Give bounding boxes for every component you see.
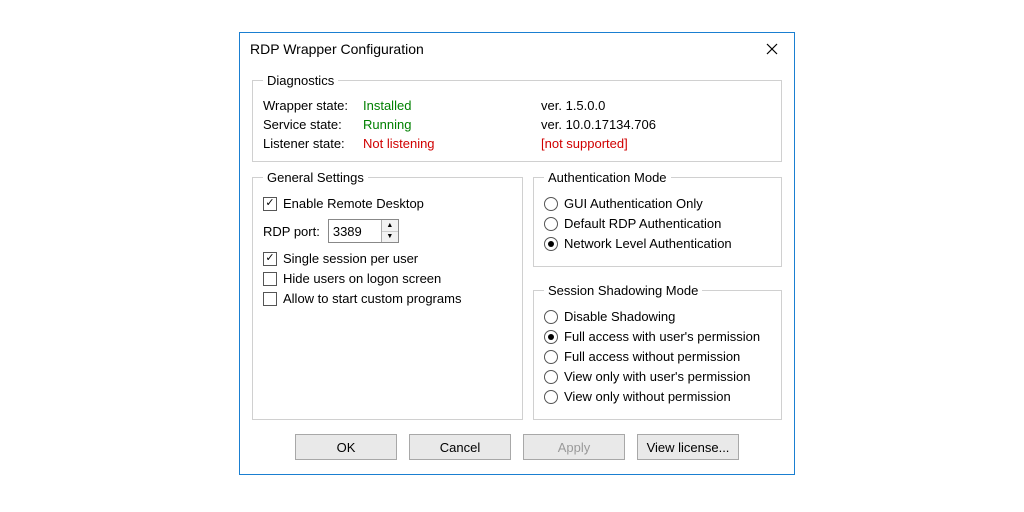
auth-nla-label: Network Level Authentication xyxy=(564,236,732,251)
shadow-full-perm-radio[interactable] xyxy=(544,330,558,344)
close-button[interactable] xyxy=(749,33,794,65)
service-state-label: Service state: xyxy=(263,117,363,132)
shadow-view-noperm-label: View only without permission xyxy=(564,389,731,404)
close-icon xyxy=(766,43,778,55)
shadow-view-noperm-row: View only without permission xyxy=(544,389,771,404)
general-legend: General Settings xyxy=(263,170,368,185)
wrapper-version: ver. 1.5.0.0 xyxy=(541,98,771,113)
titlebar: RDP Wrapper Configuration xyxy=(240,33,794,65)
shadow-full-perm-label: Full access with user's permission xyxy=(564,329,760,344)
rdp-port-value: 3389 xyxy=(329,220,382,242)
button-bar: OK Cancel Apply View license... xyxy=(252,428,782,462)
shadow-view-noperm-radio[interactable] xyxy=(544,390,558,404)
shadow-disable-row: Disable Shadowing xyxy=(544,309,771,324)
listener-state-row: Listener state: Not listening [not suppo… xyxy=(263,136,771,151)
cancel-button[interactable]: Cancel xyxy=(409,434,511,460)
rdp-port-input[interactable]: 3389 ▲ ▼ xyxy=(328,219,399,243)
auth-gui-radio[interactable] xyxy=(544,197,558,211)
listener-supported: [not supported] xyxy=(541,136,771,151)
wrapper-state-value: Installed xyxy=(363,98,541,113)
diagnostics-legend: Diagnostics xyxy=(263,73,338,88)
shadow-view-perm-label: View only with user's permission xyxy=(564,369,750,384)
wrapper-state-label: Wrapper state: xyxy=(263,98,363,113)
auth-default-row: Default RDP Authentication xyxy=(544,216,771,231)
diagnostics-group: Diagnostics Wrapper state: Installed ver… xyxy=(252,73,782,162)
window-body: Diagnostics Wrapper state: Installed ver… xyxy=(240,65,794,474)
service-state-row: Service state: Running ver. 10.0.17134.7… xyxy=(263,117,771,132)
wrapper-state-row: Wrapper state: Installed ver. 1.5.0.0 xyxy=(263,98,771,113)
allow-custom-checkbox[interactable] xyxy=(263,292,277,306)
ok-button[interactable]: OK xyxy=(295,434,397,460)
config-window: RDP Wrapper Configuration Diagnostics Wr… xyxy=(239,32,795,475)
shadow-view-perm-radio[interactable] xyxy=(544,370,558,384)
port-down-button[interactable]: ▼ xyxy=(382,232,398,243)
shadow-full-noperm-row: Full access without permission xyxy=(544,349,771,364)
shadow-full-perm-row: Full access with user's permission xyxy=(544,329,771,344)
enable-rdp-label: Enable Remote Desktop xyxy=(283,196,424,211)
auth-gui-row: GUI Authentication Only xyxy=(544,196,771,211)
shadow-legend: Session Shadowing Mode xyxy=(544,283,702,298)
service-state-value: Running xyxy=(363,117,541,132)
enable-rdp-row: Enable Remote Desktop xyxy=(263,196,512,211)
auth-gui-label: GUI Authentication Only xyxy=(564,196,703,211)
auth-default-label: Default RDP Authentication xyxy=(564,216,721,231)
hide-users-label: Hide users on logon screen xyxy=(283,271,441,286)
allow-custom-label: Allow to start custom programs xyxy=(283,291,461,306)
single-session-checkbox[interactable] xyxy=(263,252,277,266)
rdp-port-row: RDP port: 3389 ▲ ▼ xyxy=(263,219,512,243)
auth-mode-group: Authentication Mode GUI Authentication O… xyxy=(533,170,782,267)
shadow-disable-label: Disable Shadowing xyxy=(564,309,675,324)
shadow-full-noperm-label: Full access without permission xyxy=(564,349,740,364)
view-license-button[interactable]: View license... xyxy=(637,434,739,460)
apply-button[interactable]: Apply xyxy=(523,434,625,460)
auth-nla-row: Network Level Authentication xyxy=(544,236,771,251)
rdp-port-label: RDP port: xyxy=(263,224,320,239)
auth-nla-radio[interactable] xyxy=(544,237,558,251)
auth-legend: Authentication Mode xyxy=(544,170,671,185)
port-up-button[interactable]: ▲ xyxy=(382,220,398,232)
listener-state-value: Not listening xyxy=(363,136,541,151)
enable-rdp-checkbox[interactable] xyxy=(263,197,277,211)
listener-state-label: Listener state: xyxy=(263,136,363,151)
shadow-disable-radio[interactable] xyxy=(544,310,558,324)
hide-users-row: Hide users on logon screen xyxy=(263,271,512,286)
allow-custom-row: Allow to start custom programs xyxy=(263,291,512,306)
hide-users-checkbox[interactable] xyxy=(263,272,277,286)
window-title: RDP Wrapper Configuration xyxy=(250,41,424,57)
auth-default-radio[interactable] xyxy=(544,217,558,231)
service-version: ver. 10.0.17134.706 xyxy=(541,117,771,132)
rdp-port-stepper: ▲ ▼ xyxy=(382,220,398,242)
general-settings-group: General Settings Enable Remote Desktop R… xyxy=(252,170,523,420)
shadow-full-noperm-radio[interactable] xyxy=(544,350,558,364)
shadow-mode-group: Session Shadowing Mode Disable Shadowing… xyxy=(533,283,782,420)
shadow-view-perm-row: View only with user's permission xyxy=(544,369,771,384)
single-session-label: Single session per user xyxy=(283,251,418,266)
single-session-row: Single session per user xyxy=(263,251,512,266)
